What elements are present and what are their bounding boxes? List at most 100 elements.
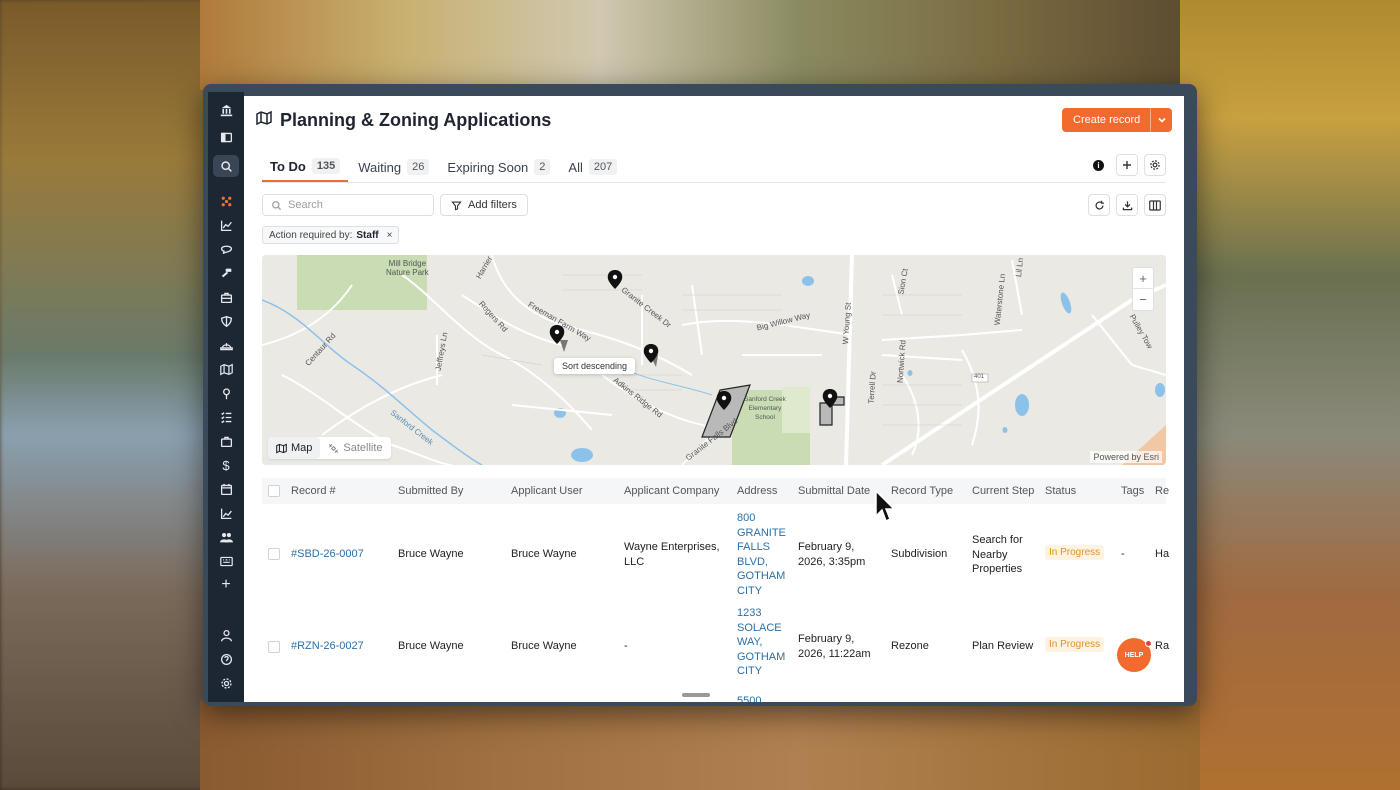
city-hall-logo-icon[interactable] — [208, 98, 244, 122]
record-link[interactable]: #RZN-26-0027 — [291, 639, 364, 654]
applicant-company: Wayne Enterprises, LLC — [624, 541, 720, 568]
location-pin-icon[interactable] — [208, 382, 244, 404]
create-record-label: Create record — [1073, 114, 1141, 126]
submittal-date: February 9, 2026, 3:35pm — [798, 541, 866, 568]
table-row[interactable]: #RZN-26-0027 Bruce Wayne Bruce Wayne - 1… — [262, 606, 1169, 688]
hammer-icon[interactable] — [208, 262, 244, 284]
sort-tooltip: Sort descending — [554, 358, 636, 374]
page-title-text: Planning & Zoning Applications — [280, 110, 552, 130]
col-record-type[interactable]: Record Type — [891, 485, 953, 497]
address-link-partial[interactable]: 5500 — [737, 694, 761, 702]
col-re[interactable]: Re — [1155, 485, 1169, 497]
tab-label: All — [568, 159, 583, 175]
record-type: Subdivision — [891, 548, 948, 560]
col-address[interactable]: Address — [737, 485, 777, 497]
row-checkbox[interactable] — [268, 641, 280, 653]
tab-count: 207 — [588, 159, 618, 175]
filter-chip[interactable]: Action required by: Staff × — [262, 226, 400, 244]
add-filters-button[interactable]: Add filters — [440, 194, 528, 216]
tab-expiring-soon[interactable]: Expiring Soon 2 — [439, 152, 558, 182]
help-circle-icon[interactable] — [208, 648, 244, 670]
chevron-down-icon[interactable] — [1150, 108, 1172, 132]
tab-to-do[interactable]: To Do 135 — [262, 152, 349, 182]
dashboard-icon[interactable] — [208, 190, 244, 212]
tab-label: Expiring Soon — [447, 159, 529, 175]
col-applicant-company[interactable]: Applicant Company — [624, 485, 719, 497]
map-mode-toggle: Map Satellite — [268, 437, 391, 459]
col-record[interactable]: Record # — [291, 485, 336, 497]
briefcase-icon[interactable] — [208, 286, 244, 308]
zoom-in-button[interactable]: + — [1133, 268, 1153, 290]
address-link[interactable]: 800 GRANITE FALLS BLVD, GOTHAM CITY — [737, 511, 786, 598]
table-row[interactable]: #SBD-26-0007 Bruce Wayne Bruce Wayne Way… — [262, 508, 1170, 598]
col-status[interactable]: Status — [1045, 485, 1076, 497]
toggle-sidebar-icon[interactable] — [208, 126, 244, 148]
refresh-button[interactable] — [1088, 194, 1110, 216]
col-tags[interactable]: Tags — [1121, 485, 1144, 497]
map-icon[interactable] — [208, 358, 244, 380]
notification-dot — [1145, 640, 1152, 647]
reports-icon[interactable] — [208, 502, 244, 524]
chip-close-icon[interactable]: × — [387, 230, 393, 241]
info-icon[interactable]: i — [1093, 159, 1104, 171]
tab-tools: i — [1093, 154, 1166, 176]
tags: - — [1121, 548, 1125, 560]
add-view-button[interactable] — [1116, 154, 1138, 176]
map-label-park: Mill Bridge Nature Park — [386, 259, 429, 277]
settings-gear-icon[interactable] — [208, 672, 244, 694]
refresh-icon — [1094, 200, 1104, 209]
calendar-icon[interactable] — [208, 478, 244, 500]
shield-icon[interactable] — [208, 310, 244, 332]
tab-count: 2 — [534, 159, 551, 175]
hardhat-icon[interactable] — [208, 334, 244, 356]
checklist-icon[interactable] — [208, 406, 244, 428]
status-label: In Progress — [1045, 637, 1105, 652]
re-cell: Ha — [1155, 548, 1170, 560]
col-submitted-by[interactable]: Submitted By — [398, 485, 463, 497]
address-link[interactable]: 1233 SOLACE WAY, GOTHAM CITY — [737, 606, 785, 679]
tab-waiting[interactable]: Waiting 26 — [350, 152, 437, 182]
record-link[interactable]: #SBD-26-0007 — [291, 547, 364, 562]
help-label: HELP — [1124, 651, 1144, 659]
status-badge: In Progress — [1045, 637, 1105, 653]
status-label: In Progress — [1045, 545, 1105, 560]
search-icon[interactable] — [213, 155, 239, 177]
scroll-handle[interactable] — [682, 693, 710, 697]
dollar-icon[interactable]: $ — [208, 454, 244, 476]
status-badge: In Progress — [1045, 545, 1105, 561]
search-input[interactable]: Search — [262, 194, 434, 216]
mouse-cursor-icon — [875, 490, 896, 523]
analytics-icon[interactable] — [208, 214, 244, 236]
keyboard-icon[interactable] — [208, 550, 244, 572]
records-map[interactable]: Mill Bridge Nature Park Sanford Creek El… — [262, 255, 1166, 465]
map-mode-button[interactable]: Map — [268, 437, 321, 459]
search-placeholder: Search — [288, 199, 323, 211]
users-icon[interactable] — [208, 526, 244, 548]
tab-count: 26 — [407, 159, 430, 175]
search-icon — [272, 200, 282, 210]
tab-count: 135 — [311, 158, 341, 174]
map-outline-icon — [256, 110, 272, 131]
zoom-out-button[interactable]: − — [1133, 289, 1153, 310]
map-label-school: Sanford Creek Elementary School — [744, 396, 786, 421]
add-icon[interactable]: + — [208, 574, 244, 596]
columns-button[interactable] — [1144, 194, 1166, 216]
row-checkbox[interactable] — [268, 548, 280, 560]
col-current-step[interactable]: Current Step — [972, 485, 1034, 497]
select-all-checkbox[interactable] — [268, 485, 280, 497]
tab-all[interactable]: All 207 — [560, 152, 625, 182]
download-button[interactable] — [1116, 194, 1138, 216]
satellite-mode-button[interactable]: Satellite — [320, 437, 390, 459]
applicant-user: Bruce Wayne — [511, 640, 577, 652]
create-record-button[interactable]: Create record — [1062, 108, 1172, 132]
col-submittal-date[interactable]: Submittal Date — [798, 485, 870, 497]
map-attribution[interactable]: Powered by Esri — [1090, 451, 1162, 463]
toolbox-icon[interactable] — [208, 430, 244, 452]
background-left — [0, 0, 220, 790]
col-applicant-user[interactable]: Applicant User — [511, 485, 583, 497]
view-settings-button[interactable] — [1144, 154, 1166, 176]
profile-icon[interactable] — [208, 624, 244, 646]
chip-value: Staff — [356, 229, 379, 241]
messages-icon[interactable] — [208, 238, 244, 260]
page-title: Planning & Zoning Applications — [256, 110, 551, 131]
